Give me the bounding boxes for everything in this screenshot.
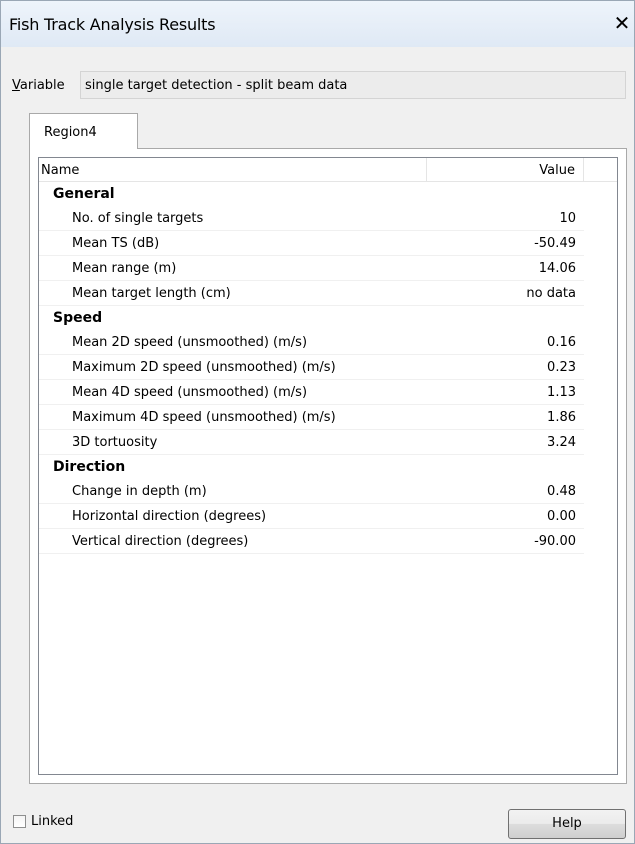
window-title: Fish Track Analysis Results [9,15,216,34]
table-row[interactable]: Mean target length (cm) no data [39,281,584,306]
fish-track-analysis-dialog: Fish Track Analysis Results ✕ Variable s… [0,0,635,844]
row-value: 3.24 [547,435,576,450]
column-header-name[interactable]: Name [39,158,427,181]
table-row[interactable]: No. of single targets 10 [39,206,584,231]
row-name: No. of single targets [72,211,204,226]
row-name: Maximum 4D speed (unsmoothed) (m/s) [72,410,336,425]
variable-label: Variable [12,78,65,93]
group-label: Direction [53,459,126,475]
table-row[interactable]: Vertical direction (degrees) -90.00 [39,529,584,554]
row-name: Mean TS (dB) [72,236,160,251]
row-name: Maximum 2D speed (unsmoothed) (m/s) [72,360,336,375]
row-name: Horizontal direction (degrees) [72,509,267,524]
linked-checkbox-control[interactable]: Linked [13,814,73,829]
close-icon[interactable]: ✕ [612,10,632,36]
group-label: Speed [53,310,103,326]
table-row[interactable]: 3D tortuosity 3.24 [39,430,584,455]
column-header-value[interactable]: Value [427,158,584,181]
table-row[interactable]: Maximum 4D speed (unsmoothed) (m/s) 1.86 [39,405,584,430]
row-value: -90.00 [534,534,576,549]
tab-panel: Name Value General No. of single targets 1… [29,148,627,784]
group-header-general[interactable]: General [39,182,584,206]
row-name: 3D tortuosity [72,435,158,450]
row-value: 14.06 [538,261,576,276]
table-row[interactable]: Mean 2D speed (unsmoothed) (m/s) 0.16 [39,330,584,355]
variable-row: Variable single target detection - split… [1,47,634,103]
row-name: Mean range (m) [72,261,177,276]
linked-checkbox[interactable] [13,815,26,828]
title-bar[interactable]: Fish Track Analysis Results ✕ [1,1,634,48]
row-value: no data [526,286,576,301]
row-value: 0.23 [547,360,576,375]
row-value: 0.16 [547,335,576,350]
variable-field[interactable]: single target detection - split beam dat… [80,71,626,99]
row-name: Mean target length (cm) [72,286,231,301]
tab-region4[interactable]: Region4 [29,113,138,149]
table-row[interactable]: Mean TS (dB) -50.49 [39,231,584,256]
list-header: Name Value [39,158,617,182]
table-row[interactable]: Maximum 2D speed (unsmoothed) (m/s) 0.23 [39,355,584,380]
results-list[interactable]: Name Value General No. of single targets 1… [38,157,618,775]
group-label: General [53,186,115,202]
table-row[interactable]: Mean 4D speed (unsmoothed) (m/s) 1.13 [39,380,584,405]
table-row[interactable]: Horizontal direction (degrees) 0.00 [39,504,584,529]
row-value: 1.86 [547,410,576,425]
table-row[interactable]: Change in depth (m) 0.48 [39,479,584,504]
row-name: Change in depth (m) [72,484,207,499]
list-rows: General No. of single targets 10 Mean TS (d… [39,182,617,554]
help-button[interactable]: Help [508,809,626,839]
row-name: Vertical direction (degrees) [72,534,249,549]
group-header-direction[interactable]: Direction [39,455,584,479]
row-value: -50.49 [534,236,576,251]
variable-label-access-key: V [12,78,20,93]
row-value: 1.13 [547,385,576,400]
row-name: Mean 4D speed (unsmoothed) (m/s) [72,385,308,400]
row-name: Mean 2D speed (unsmoothed) (m/s) [72,335,308,350]
variable-label-text: ariable [19,78,65,93]
group-header-speed[interactable]: Speed [39,306,584,330]
linked-label: Linked [31,814,74,829]
row-value: 0.00 [547,509,576,524]
table-row[interactable]: Mean range (m) 14.06 [39,256,584,281]
row-value: 0.48 [547,484,576,499]
row-value: 10 [559,211,576,226]
footer: Linked Help [1,784,634,843]
tab-label: Region4 [44,125,97,140]
